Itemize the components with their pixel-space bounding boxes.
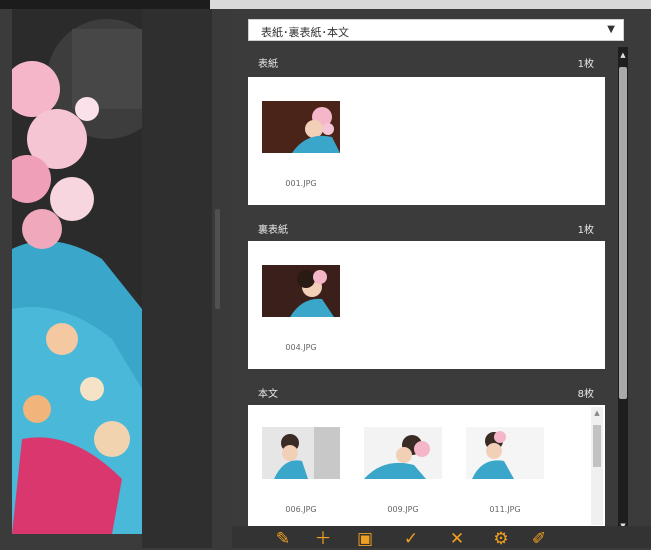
photo-filename: 004.JPG: [285, 343, 317, 352]
photo-preview: [12, 9, 142, 534]
bottom-toolbar: ✎ ＋ ▣ ✓ ✕ ⚙ ✐: [232, 526, 651, 550]
add-icon[interactable]: ＋: [312, 528, 334, 550]
photo-thumbnail[interactable]: [466, 427, 544, 479]
left-gutter: [142, 9, 212, 548]
photo-check-icon[interactable]: ✓: [400, 528, 422, 550]
edit-icon[interactable]: ✎: [272, 528, 294, 550]
scroll-up-icon[interactable]: ▲: [591, 407, 603, 419]
section-count: 8枚: [577, 389, 594, 400]
panel-scrollbar-thumb[interactable]: [619, 67, 627, 399]
section-header-back-cover: 裏表紙 1枚: [248, 217, 604, 237]
splitter-grip[interactable]: [215, 209, 220, 309]
top-highlight: [210, 0, 651, 9]
top-strip: [0, 0, 651, 9]
photo-settings-icon[interactable]: ⚙: [490, 528, 512, 550]
pencil-icon[interactable]: ✐: [528, 528, 550, 550]
section-count: 1枚: [577, 59, 594, 70]
body-scrollbar[interactable]: ▲: [591, 407, 603, 525]
panel-splitter[interactable]: [212, 9, 232, 548]
section-title: 裏表紙: [258, 225, 288, 236]
section-header-cover: 表紙 1枚: [248, 51, 604, 71]
photo-filename: 009.JPG: [387, 505, 419, 514]
scroll-up-icon[interactable]: ▲: [618, 49, 628, 61]
photo-remove-icon[interactable]: ✕: [446, 528, 468, 550]
section-title: 表紙: [258, 59, 278, 70]
section-title: 本文: [258, 389, 278, 400]
photo-thumbnail[interactable]: [262, 265, 340, 317]
section-card-back-cover: 004.JPG: [248, 241, 605, 369]
body-scrollbar-thumb[interactable]: [593, 425, 601, 467]
photo-filename: 006.JPG: [285, 505, 317, 514]
panel-scrollbar[interactable]: ▲ ▼: [618, 47, 628, 532]
photo-filename: 011.JPG: [489, 505, 521, 514]
chevron-down-icon[interactable]: ▼: [607, 24, 615, 35]
section-card-cover: 001.JPG: [248, 77, 605, 205]
photo-filename: 001.JPG: [285, 179, 317, 188]
section-select[interactable]: 表紙･裏表紙･本文 ▼: [248, 19, 624, 41]
section-card-body: 006.JPG 009.JPG 011.JPG ▲: [248, 405, 605, 527]
photo-icon[interactable]: ▣: [354, 528, 376, 550]
section-count: 1枚: [577, 225, 594, 236]
section-select-value: 表紙･裏表紙･本文: [261, 26, 349, 39]
photo-thumbnail[interactable]: [364, 427, 442, 479]
photo-thumbnail[interactable]: [262, 427, 340, 479]
photo-panel: 表紙･裏表紙･本文 ▼ 表紙 1枚 001.JPG 裏表紙 1枚 004.JPG…: [232, 9, 651, 550]
section-header-body: 本文 8枚: [248, 381, 604, 401]
photo-thumbnail[interactable]: [262, 101, 340, 153]
